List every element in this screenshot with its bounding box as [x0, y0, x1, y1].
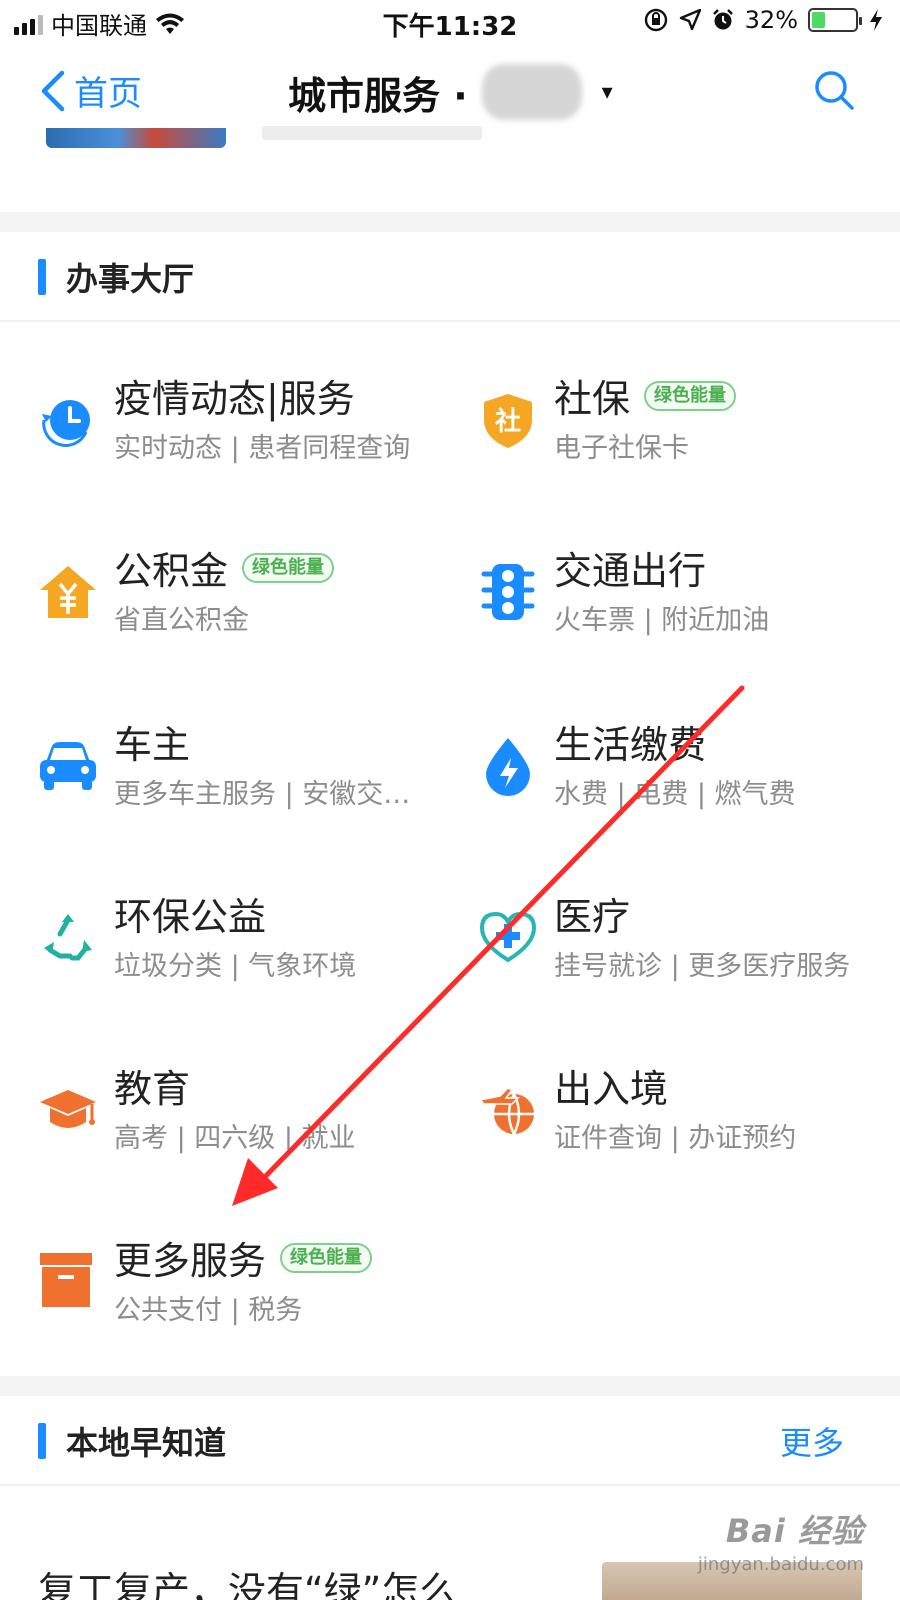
traffic-light-icon: [481, 564, 535, 620]
box-icon: [40, 1253, 92, 1307]
shield-she-icon: 社: [484, 394, 532, 448]
battery-icon: [808, 8, 862, 32]
banner-image[interactable]: [46, 128, 226, 152]
service-environment[interactable]: 环保公益 垃圾分类 | 气象环境: [38, 886, 478, 1006]
nav-bar: 首页 城市服务 · ▾: [0, 44, 900, 136]
orientation-lock-icon: [644, 8, 667, 32]
recycle-icon: [44, 914, 92, 961]
service-housing-fund[interactable]: 公积金 绿色能量 省直公积金: [38, 540, 478, 660]
article-title[interactable]: 复工复产，没有“绿”怎么: [38, 1560, 457, 1600]
baidu-watermark: Bai 经验 jingyan.baidu.com: [698, 1506, 864, 1575]
back-label: 首页: [74, 74, 142, 114]
service-subtitle: 更多车主服务 | 安徽交…: [114, 779, 411, 810]
service-name: 更多服务: [114, 1239, 267, 1283]
dropdown-caret-icon: ▾: [601, 79, 613, 105]
back-button[interactable]: 首页: [38, 66, 142, 115]
service-epidemic[interactable]: 疫情动态|服务 实时动态 | 患者同程查询: [38, 368, 478, 488]
service-medical[interactable]: 医疗 挂号就诊 | 更多医疗服务: [478, 886, 900, 1006]
service-subtitle: 水费 | 电费 | 燃气费: [554, 779, 796, 810]
watermark-logo: Bai 经验: [725, 1512, 864, 1550]
service-name: 疫情动态|服务: [114, 377, 355, 421]
service-subtitle: 省直公积金: [114, 605, 249, 636]
service-subtitle: 垃圾分类 | 气象环境: [114, 951, 357, 982]
service-immigration[interactable]: 出入境 证件查询 | 办证预约: [478, 1058, 900, 1178]
service-name: 公积金: [114, 549, 229, 593]
status-bar: 中国联通 下午11:32 32%: [0, 0, 900, 44]
section-title: 办事大厅: [66, 260, 195, 298]
local-news-section-header: 本地早知道 更多: [0, 1396, 900, 1486]
chevron-left-icon: [41, 70, 65, 111]
page-title: 城市服务 ·: [288, 73, 468, 118]
alarm-icon: [712, 9, 733, 30]
service-name: 车主: [114, 723, 191, 767]
service-subtitle: 挂号就诊 | 更多医疗服务: [554, 951, 851, 982]
city-selector[interactable]: 城市服务 · ▾: [288, 64, 613, 120]
section-divider: [0, 212, 900, 232]
service-subtitle: 实时动态 | 患者同程查询: [114, 433, 411, 464]
service-name: 环保公益: [114, 895, 267, 939]
service-transport[interactable]: 交通出行 火车票 | 附近加油: [478, 540, 900, 660]
service-more[interactable]: 更多服务 绿色能量 公共支付 | 税务: [38, 1230, 478, 1350]
location-icon: [679, 9, 701, 31]
service-name: 社保: [554, 377, 631, 421]
section-title: 本地早知道: [66, 1424, 227, 1462]
section-accent-bar: [38, 1423, 46, 1459]
service-subtitle: 证件查询 | 办证预约: [554, 1123, 797, 1154]
header-divider: [0, 320, 900, 322]
service-car-owner[interactable]: 车主 更多车主服务 | 安徽交…: [38, 714, 478, 834]
clock-refresh-icon: [42, 400, 90, 447]
service-education[interactable]: 教育 高考 | 四六级 | 就业: [38, 1058, 478, 1178]
banner-caption: [262, 126, 482, 140]
city-name-redacted: [481, 64, 582, 120]
charging-icon: [870, 9, 882, 31]
service-social-security[interactable]: 社 社保 绿色能量 电子社保卡: [478, 368, 900, 488]
service-name: 出入境: [554, 1067, 669, 1111]
more-link[interactable]: 更多: [780, 1418, 844, 1464]
service-name: 交通出行: [554, 549, 707, 593]
service-name: 生活缴费: [554, 723, 707, 767]
section-accent-bar: [38, 259, 46, 295]
hall-section-header: 办事大厅: [0, 232, 900, 322]
plane-globe-icon: [478, 1087, 534, 1135]
battery-percent: 32%: [744, 6, 798, 34]
house-yen-icon: [40, 566, 96, 618]
service-name: 医疗: [554, 895, 631, 939]
service-utilities[interactable]: 生活缴费 水费 | 电费 | 燃气费: [478, 714, 900, 834]
header-divider: [0, 1484, 900, 1486]
service-subtitle: 公共支付 | 税务: [114, 1295, 303, 1326]
service-subtitle: 火车票 | 附近加油: [554, 605, 770, 636]
service-subtitle: 高考 | 四六级 | 就业: [114, 1123, 356, 1154]
green-energy-badge: 绿色能量: [644, 380, 737, 411]
service-subtitle: 电子社保卡: [554, 433, 689, 464]
graduation-cap-icon: [40, 1090, 96, 1128]
car-icon: [40, 742, 96, 790]
service-name: 教育: [114, 1067, 191, 1111]
water-drop-bolt-icon: [486, 738, 530, 796]
search-icon[interactable]: [812, 68, 856, 112]
svg-text:社: 社: [495, 406, 521, 437]
green-energy-badge: 绿色能量: [242, 552, 335, 583]
section-divider: [0, 1376, 900, 1396]
watermark-url: jingyan.baidu.com: [697, 1554, 864, 1575]
green-energy-badge: 绿色能量: [280, 1242, 373, 1273]
stethoscope-icon: [479, 911, 537, 963]
